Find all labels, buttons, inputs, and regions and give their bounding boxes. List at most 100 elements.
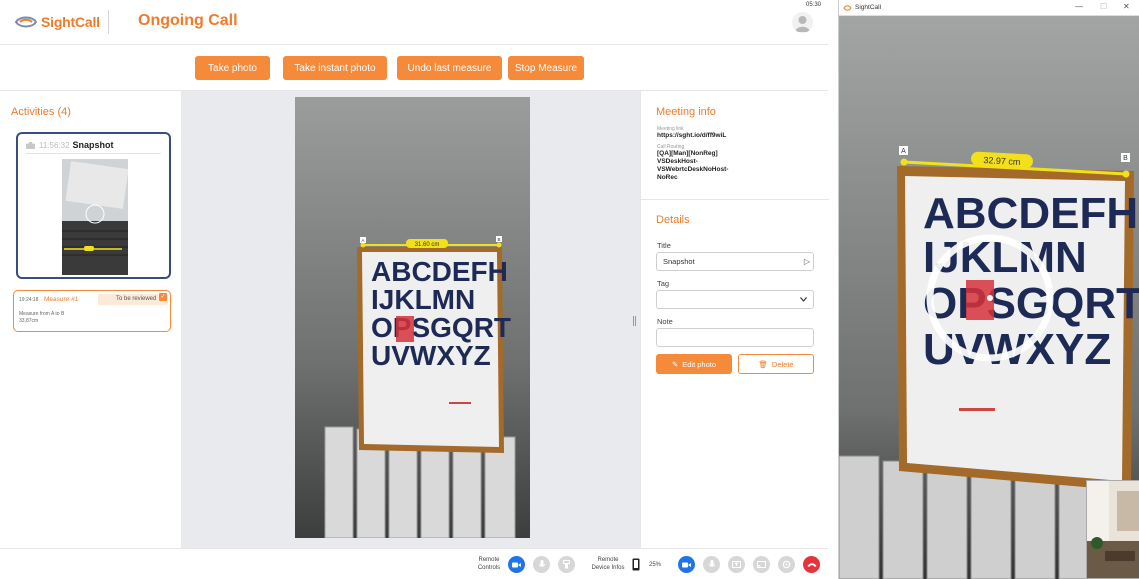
user-avatar[interactable] — [792, 12, 813, 33]
snapshot-card-header: 11:56:32 Snapshot — [26, 140, 114, 150]
remote-poster-line-1: ABCDEFH — [923, 189, 1138, 238]
section-divider — [641, 199, 829, 200]
remote-window-title: SightCall — [855, 4, 882, 11]
remote-flashlight-button[interactable] — [558, 556, 575, 573]
gear-icon — [782, 560, 791, 569]
photo-point-a: A — [361, 238, 364, 243]
tag-field-label: Tag — [657, 279, 670, 288]
meeting-link[interactable]: https://sght.io/d/ff9wiL — [657, 132, 726, 140]
title-field-label: Title — [657, 241, 671, 250]
self-view-thumbnail[interactable] — [1086, 480, 1139, 579]
measure-activity-card[interactable]: 19:24:18 Measure #1 To be reviewed ✓ Mea… — [13, 290, 171, 332]
phone-icon — [632, 558, 640, 571]
photo-viewer: ABCDEFH IJKLMN OPSGQRT UVWXYZ 31.60 cm A… — [181, 91, 640, 548]
info-side-panel: Meeting info Meeting link https://sght.i… — [640, 91, 829, 548]
microphone-icon — [538, 560, 545, 567]
flashlight-icon — [563, 560, 570, 569]
chevron-down-icon — [800, 297, 807, 302]
poster-line-3: OPSGQRT — [371, 312, 511, 343]
note-field-label: Note — [657, 317, 673, 326]
header-divider — [108, 10, 109, 34]
call-routing-line: NoRec — [657, 174, 678, 181]
remote-device-infos-label: Remote Device Infos — [591, 557, 625, 571]
tag-select[interactable] — [656, 290, 814, 309]
system-clock: 05:30 — [806, 2, 822, 8]
call-routing-line: [QA][Man][NonReg] — [657, 150, 718, 157]
panel-resize-handle[interactable] — [633, 316, 636, 326]
measure-description: Measure from A to B — [19, 311, 65, 317]
measure-time: 19:24:18 — [19, 297, 39, 303]
trash-icon: 🗑 — [758, 359, 768, 369]
reviewed-checkbox[interactable]: ✓ — [159, 293, 167, 301]
undo-last-measure-button[interactable]: Undo last measure — [397, 56, 502, 80]
poster-line-2: IJKLMN — [371, 284, 475, 315]
snapshot-label: Snapshot — [72, 140, 114, 150]
call-routing-line: VSDeskHost- — [657, 158, 698, 165]
maximize-icon[interactable]: ☐ — [1100, 2, 1107, 11]
top-bar: SightCall Ongoing Call 05:30 — [0, 0, 828, 45]
mic-toggle-button[interactable] — [703, 556, 720, 573]
video-icon — [512, 562, 521, 567]
captured-photo[interactable]: ABCDEFH IJKLMN OPSGQRT UVWXYZ 31.60 cm A… — [295, 97, 530, 538]
delete-label: Delete — [771, 359, 794, 369]
photo-scene: ABCDEFH IJKLMN OPSGQRT UVWXYZ 31.60 cm A… — [295, 97, 530, 538]
snapshot-thumbnail-image — [62, 159, 128, 275]
edit-icon: ✎ — [671, 359, 679, 369]
edit-photo-button[interactable]: ✎ Edit photo — [656, 354, 732, 374]
settings-button[interactable] — [778, 556, 795, 573]
user-icon — [795, 16, 810, 32]
camera-toggle-button[interactable] — [678, 556, 695, 573]
meeting-info-title: Meeting info — [656, 106, 716, 118]
remote-measure-label: 32.97 cm — [983, 155, 1021, 167]
remote-mic-button[interactable] — [533, 556, 550, 573]
remote-controls-label: Remote Controls — [477, 557, 501, 571]
brand-name: SightCall — [41, 14, 100, 30]
note-textarea[interactable] — [656, 328, 814, 347]
call-routing-line: VSWebrtcDeskNoHost- — [657, 166, 729, 173]
play-icon: ▷ — [803, 257, 810, 266]
call-toolbar: Remote Controls Remote Device Infos 25% — [0, 548, 828, 579]
review-status-badge: To be reviewed — [98, 294, 168, 305]
agent-app-window: SightCall Ongoing Call 05:30 Take photo … — [0, 0, 829, 579]
edit-photo-label: Edit photo — [682, 359, 717, 369]
stop-measure-button[interactable]: Stop Measure — [508, 56, 584, 80]
camera-icon — [26, 141, 35, 149]
poster-line-1: ABCDEFH — [371, 256, 508, 287]
title-input[interactable]: Snapshot ▷ — [656, 252, 814, 271]
microphone-icon — [708, 560, 715, 567]
take-instant-photo-button[interactable]: Take instant photo — [283, 56, 387, 80]
delete-button[interactable]: 🗑 Delete — [738, 354, 814, 374]
poster-line-4: UVWXYZ — [371, 340, 491, 371]
remote-point-a: A — [901, 148, 906, 155]
share-screen-icon — [732, 560, 741, 568]
close-icon[interactable]: ✕ — [1123, 2, 1130, 11]
take-photo-button[interactable]: Take photo — [195, 56, 270, 80]
remote-point-b: B — [1123, 155, 1128, 162]
measure-value: 33,87cm — [19, 318, 39, 324]
activities-panel: Activities (4) 11:56:32 Snapshot 19:24:1… — [0, 91, 181, 548]
cast-button[interactable] — [753, 556, 770, 573]
screen: SightCall Ongoing Call 05:30 Take photo … — [0, 0, 1139, 579]
minimize-icon[interactable]: — — [1075, 2, 1083, 11]
sightcall-app-icon — [843, 5, 852, 11]
snapshot-time: 11:56:32 — [39, 140, 70, 150]
screen-share-button[interactable] — [728, 556, 745, 573]
remote-poster-line-3: OPSGQRT — [923, 279, 1139, 328]
snapshot-activity-card[interactable]: 11:56:32 Snapshot — [16, 132, 171, 279]
photo-point-b: B — [497, 237, 500, 242]
photo-measure-label: 31.60 cm — [415, 242, 440, 248]
page-title: Ongoing Call — [138, 12, 238, 29]
remote-camera-button[interactable] — [508, 556, 525, 573]
sightcall-logo-icon — [14, 16, 38, 28]
card-divider — [26, 153, 161, 154]
self-view-video — [1087, 481, 1139, 578]
title-input-value: Snapshot — [663, 257, 695, 266]
measure-label: Measure #1 — [44, 296, 79, 303]
hang-up-button[interactable] — [803, 556, 820, 573]
remote-window-titlebar: SightCall — ☐ ✕ — [839, 0, 1139, 16]
phone-hangup-icon — [807, 562, 816, 567]
remote-video-window: SightCall — ☐ ✕ ABCDEFH IJKLMN OPSGQRT U… — [838, 0, 1139, 579]
snapshot-thumbnail[interactable] — [62, 159, 128, 275]
video-icon — [682, 562, 691, 567]
action-bar: Take photo Take instant photo Undo last … — [0, 45, 828, 91]
